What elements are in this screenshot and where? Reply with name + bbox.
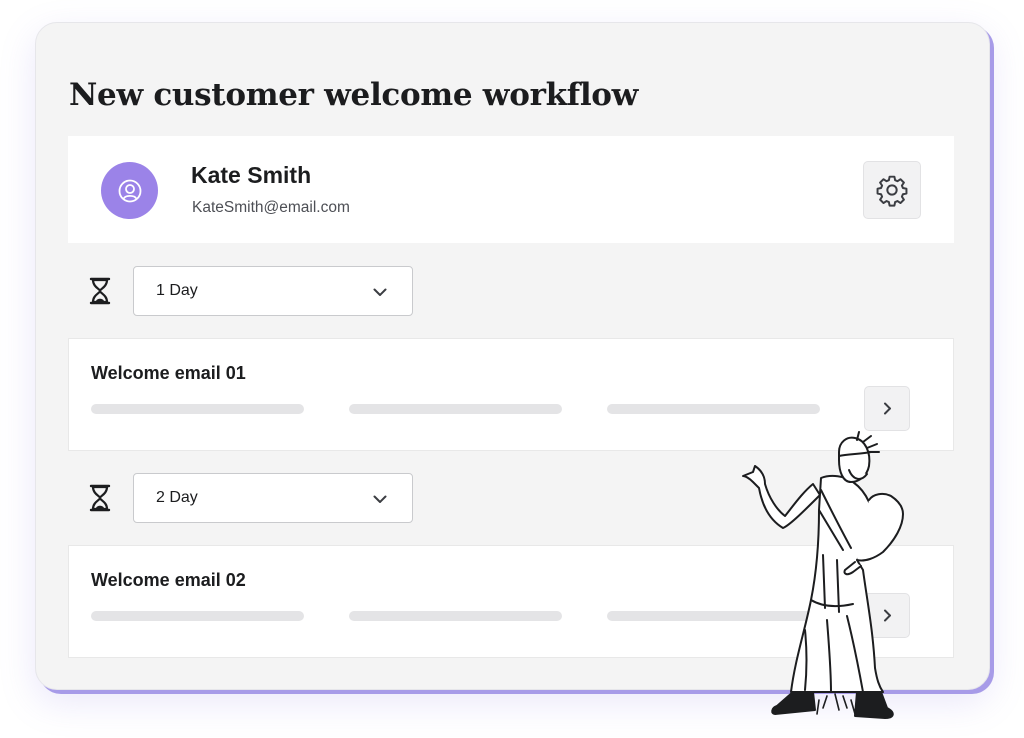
skeleton-line bbox=[91, 404, 304, 414]
delay-select-value: 1 Day bbox=[156, 282, 198, 299]
skeleton-line bbox=[91, 611, 304, 621]
chevron-down-icon bbox=[372, 285, 388, 299]
gear-icon bbox=[876, 175, 908, 207]
user-card: Kate Smith KateSmith@email.com bbox=[68, 136, 954, 243]
hermes-mascot-illustration bbox=[742, 431, 904, 719]
open-email-button[interactable] bbox=[864, 386, 910, 431]
user-email: KateSmith@email.com bbox=[192, 199, 350, 216]
chevron-down-icon bbox=[372, 492, 388, 506]
hourglass-icon bbox=[89, 277, 111, 305]
hourglass-icon bbox=[89, 484, 111, 512]
delay-icon-1 bbox=[88, 276, 112, 306]
delay-select-1[interactable]: 1 Day bbox=[133, 266, 413, 316]
user-circle-icon bbox=[118, 179, 141, 202]
skeleton-line bbox=[349, 404, 562, 414]
delay-icon-2 bbox=[88, 483, 112, 513]
email-title: Welcome email 02 bbox=[91, 570, 246, 590]
settings-button[interactable] bbox=[863, 161, 921, 219]
user-name: Kate Smith bbox=[191, 162, 312, 188]
delay-select-2[interactable]: 2 Day bbox=[133, 473, 413, 523]
skeleton-line bbox=[349, 611, 562, 621]
chevron-right-icon bbox=[883, 402, 891, 415]
skeleton-line bbox=[607, 404, 820, 414]
avatar bbox=[101, 162, 158, 219]
delay-select-value: 2 Day bbox=[156, 489, 198, 506]
email-title: Welcome email 01 bbox=[91, 363, 246, 383]
page-title: New customer welcome workflow bbox=[69, 77, 639, 113]
